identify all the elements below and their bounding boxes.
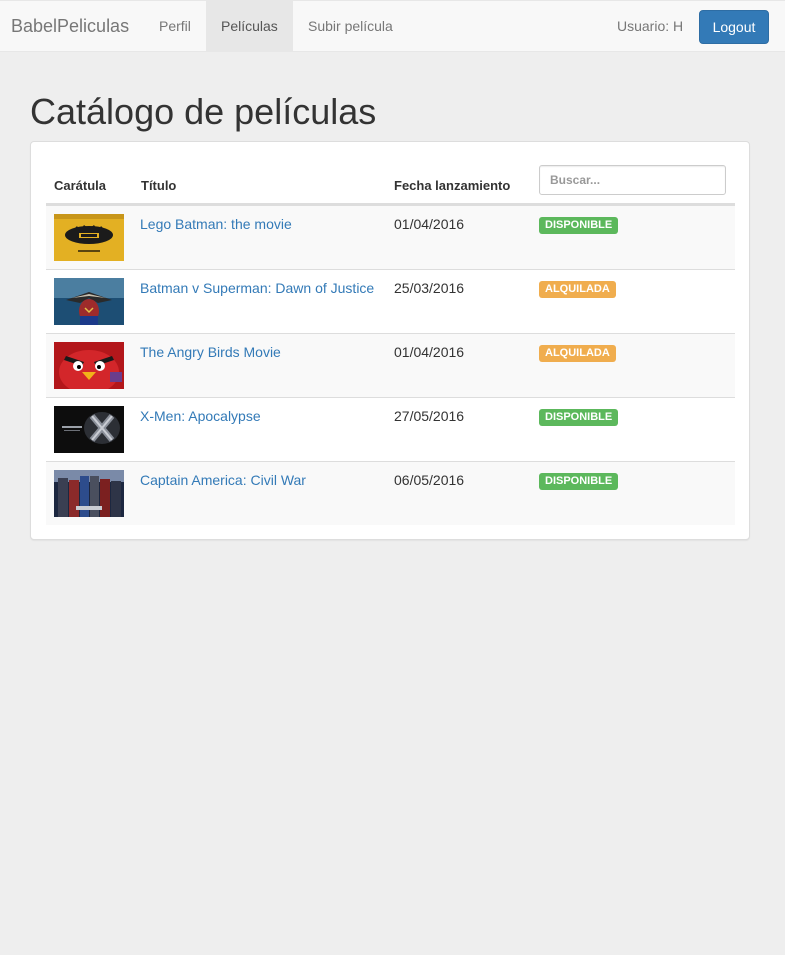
header-title: Título (141, 178, 177, 193)
movie-title-link[interactable]: Batman v Superman: Dawn of Justice (140, 280, 374, 296)
table-row: Captain America: Civil War 06/05/2016 DI… (46, 461, 735, 525)
table-header: Carátula Título Fecha lanzamiento (46, 162, 735, 205)
status-badge: DISPONIBLE (539, 409, 619, 426)
catalog-panel: Carátula Título Fecha lanzamiento Lego B… (30, 141, 750, 540)
cover-thumbnail (54, 278, 124, 325)
header-release: Fecha lanzamiento (394, 178, 511, 193)
table-row: Lego Batman: the movie 01/04/2016 DISPON… (46, 205, 735, 269)
catalog-table: Carátula Título Fecha lanzamiento Lego B… (46, 162, 735, 525)
release-date: 01/04/2016 (394, 216, 465, 232)
search-input[interactable] (539, 165, 726, 195)
logout-button[interactable]: Logout (699, 10, 769, 44)
movie-title-link[interactable]: X-Men: Apocalypse (140, 408, 261, 424)
cover-thumbnail (54, 470, 124, 517)
cover-thumbnail (54, 342, 124, 389)
cover-thumbnail (54, 214, 124, 261)
nav-perfil[interactable]: Perfil (144, 1, 206, 52)
status-badge: DISPONIBLE (539, 217, 619, 234)
table-row: Batman v Superman: Dawn of Justice 25/03… (46, 269, 735, 333)
movie-title-link[interactable]: Captain America: Civil War (140, 472, 306, 488)
user-label: Usuario: H (617, 18, 684, 34)
status-badge: ALQUILADA (539, 345, 616, 362)
table-row: The Angry Birds Movie 01/04/2016 ALQUILA… (46, 333, 735, 397)
movie-title-link[interactable]: The Angry Birds Movie (140, 344, 281, 360)
header-cover: Carátula (54, 178, 107, 193)
release-date: 25/03/2016 (394, 280, 465, 296)
release-date: 27/05/2016 (394, 408, 465, 424)
nav-subir-pelicula[interactable]: Subir película (293, 1, 408, 52)
release-date: 01/04/2016 (394, 344, 465, 360)
movie-title-link[interactable]: Lego Batman: the movie (140, 216, 292, 232)
table-row: X-Men: Apocalypse 27/05/2016 DISPONIBLE (46, 397, 735, 461)
navbar: BabelPeliculas Perfil Películas Subir pe… (0, 0, 785, 52)
brand-link[interactable]: BabelPeliculas (11, 1, 129, 52)
cover-thumbnail (54, 406, 124, 453)
status-badge: ALQUILADA (539, 281, 616, 298)
status-badge: DISPONIBLE (539, 473, 619, 490)
page-title: Catálogo de películas (30, 91, 377, 132)
release-date: 06/05/2016 (394, 472, 465, 488)
nav-peliculas[interactable]: Películas (206, 1, 293, 52)
